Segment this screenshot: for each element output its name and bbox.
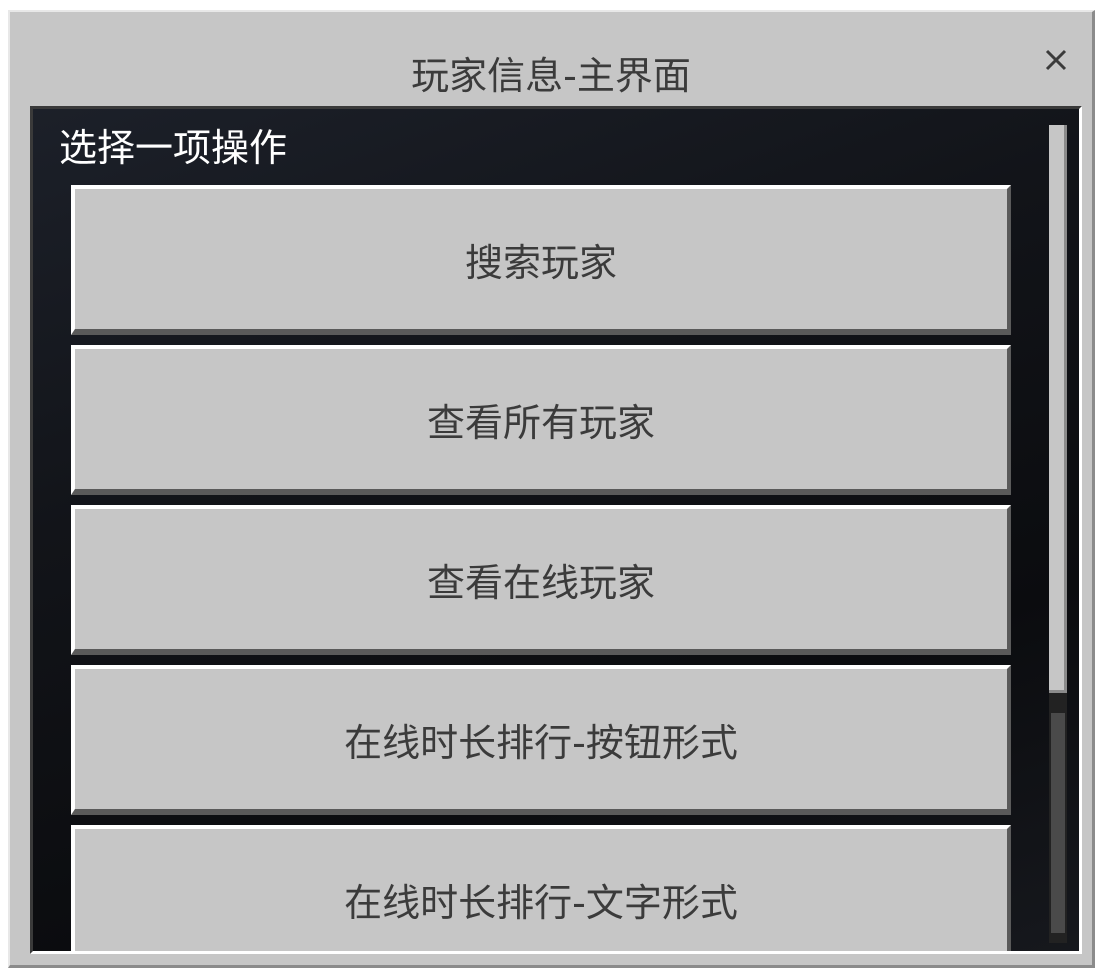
- scrollbar-track-lower: [1051, 713, 1065, 933]
- scrollbar-thumb[interactable]: [1049, 125, 1067, 693]
- close-button[interactable]: [1036, 40, 1076, 80]
- online-time-ranking-text-form[interactable]: 在线时长排行-文字形式: [71, 825, 1011, 951]
- dialog-title: 玩家信息-主界面: [411, 54, 691, 98]
- panel-label: 选择一项操作: [59, 126, 288, 170]
- online-time-ranking-button-form[interactable]: 在线时长排行-按钮形式: [71, 665, 1011, 815]
- view-all-players-button[interactable]: 查看所有玩家: [71, 345, 1011, 495]
- action-panel: 选择一项操作 搜索玩家 查看所有玩家 查看在线玩家 在线时长排行-按钮形式 在线…: [30, 106, 1082, 954]
- close-icon: [1045, 49, 1067, 71]
- player-info-dialog: 玩家信息-主界面 选择一项操作 搜索玩家 查看所有玩家 查看在线玩家 在线时长排…: [8, 10, 1095, 968]
- search-player-button[interactable]: 搜索玩家: [71, 185, 1011, 335]
- view-online-players-button[interactable]: 查看在线玩家: [71, 505, 1011, 655]
- scrollbar[interactable]: [1049, 125, 1067, 943]
